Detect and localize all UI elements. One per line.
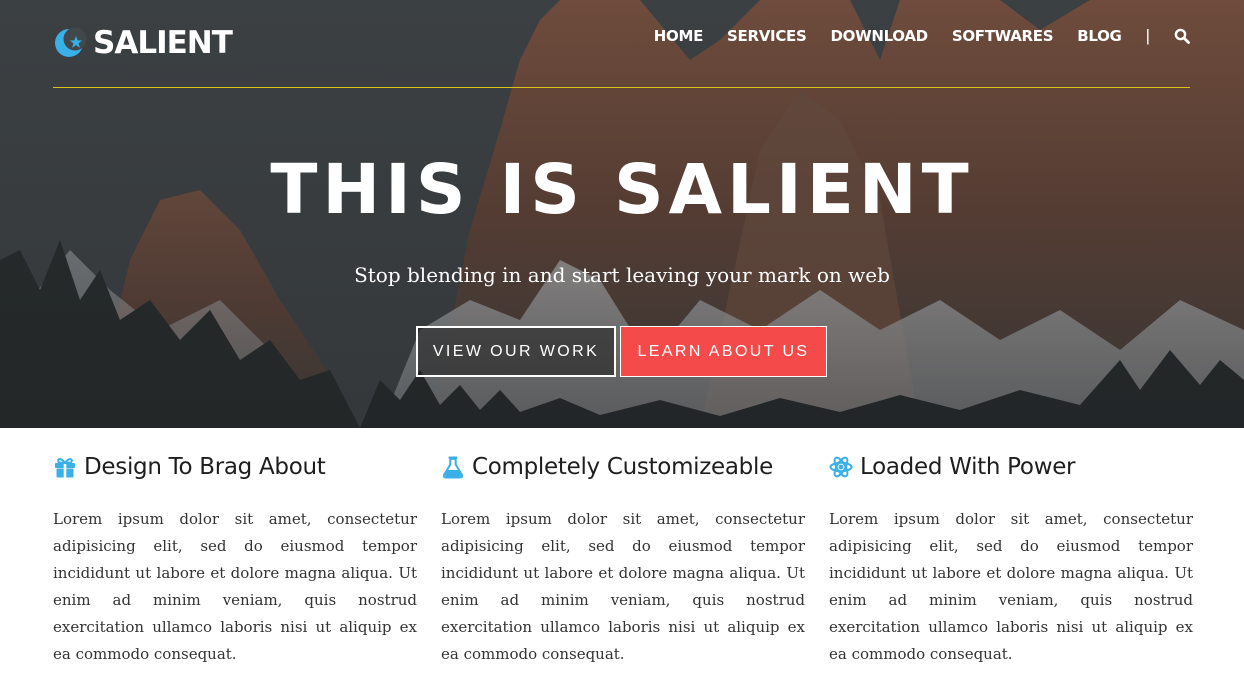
- feature-description: Lorem ipsum dolor sit amet, consectetur …: [441, 510, 805, 663]
- feature-column: Loaded With Power Lorem ipsum dolor sit …: [829, 450, 1193, 668]
- feature-title: Completely Customizeable: [472, 454, 773, 480]
- features-section: Design To Brag About Lorem ipsum dolor s…: [53, 450, 1193, 690]
- feature-description: Lorem ipsum dolor sit amet, consectetur …: [53, 510, 417, 663]
- hero-title: THIS IS SALIENT: [270, 150, 974, 230]
- feature-title: Design To Brag About: [84, 454, 326, 480]
- nav-item-home[interactable]: HOME: [654, 27, 704, 45]
- nav-item-services[interactable]: SERVICES: [727, 27, 807, 45]
- learn-about-us-button[interactable]: LEARN ABOUT US: [620, 326, 827, 377]
- feature-header: Loaded With Power: [829, 450, 1193, 484]
- feature-header: Design To Brag About: [53, 450, 417, 484]
- atom-icon: [829, 456, 853, 478]
- view-our-work-button[interactable]: VIEW OUR WORK: [416, 326, 616, 377]
- main-nav: HOME SERVICES DOWNLOAD SOFTWARES BLOG |: [630, 26, 1190, 46]
- nav-item-softwares[interactable]: SOFTWARES: [952, 27, 1054, 45]
- brand-name: SALIENT: [93, 25, 233, 61]
- search-icon[interactable]: [1174, 28, 1190, 44]
- nav-item-blog[interactable]: BLOG: [1077, 27, 1122, 45]
- site-logo[interactable]: SALIENT: [53, 24, 233, 62]
- feature-header: Completely Customizeable: [441, 450, 805, 484]
- gift-icon: [55, 458, 75, 478]
- flask-icon: [442, 456, 464, 479]
- header-divider: [53, 87, 1190, 88]
- crescent-star-icon: [55, 27, 87, 57]
- feature-column: Design To Brag About Lorem ipsum dolor s…: [53, 450, 417, 668]
- feature-title: Loaded With Power: [860, 454, 1076, 480]
- hero-subtitle: Stop blending in and start leaving your …: [354, 263, 890, 287]
- nav-separator: |: [1145, 26, 1150, 45]
- feature-description: Lorem ipsum dolor sit amet, consectetur …: [829, 510, 1193, 663]
- hero-section: SALIENT HOME SERVICES DOWNLOAD SOFTWARES…: [0, 0, 1244, 428]
- nav-item-download[interactable]: DOWNLOAD: [830, 27, 928, 45]
- feature-column: Completely Customizeable Lorem ipsum dol…: [441, 450, 805, 668]
